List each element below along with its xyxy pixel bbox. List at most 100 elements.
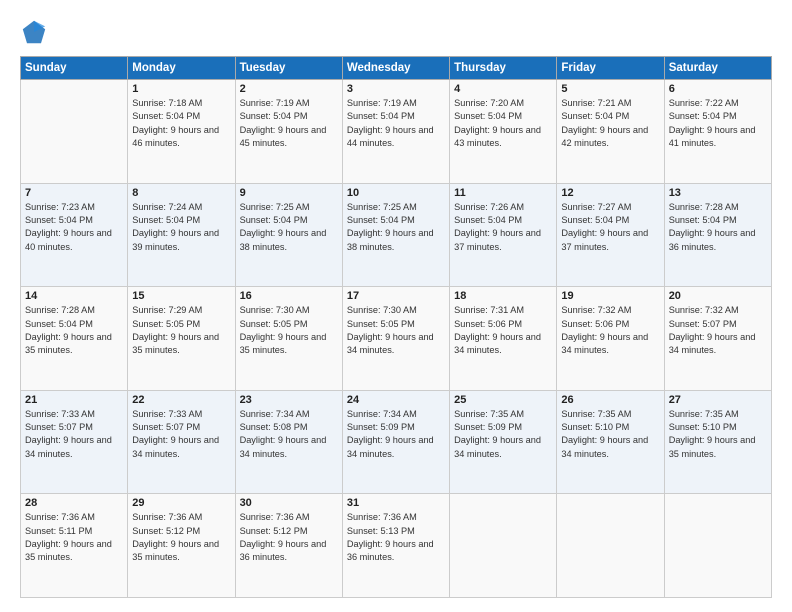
day-number: 8 (132, 187, 230, 199)
calendar-cell: 5 Sunrise: 7:21 AMSunset: 5:04 PMDaylight… (557, 80, 664, 184)
calendar-week-1: 7Sunrise: 7:23 AMSunset: 5:04 PMDaylight… (21, 183, 772, 287)
calendar-cell: 24 Sunrise: 7:34 AMSunset: 5:09 PMDayligh… (342, 390, 449, 494)
day-number: 5 (561, 83, 659, 95)
day-info: Sunrise: 7:22 AMSunset: 5:04 PMDaylight:… (669, 97, 767, 150)
day-info: Sunrise: 7:26 AMSunset: 5:04 PMDaylight:… (454, 201, 552, 254)
day-info: Sunrise: 7:31 AMSunset: 5:06 PMDaylight:… (454, 304, 552, 357)
day-number: 29 (132, 497, 230, 509)
day-info: Sunrise: 7:28 AMSunset: 5:04 PMDaylight:… (25, 304, 123, 357)
day-number: 4 (454, 83, 552, 95)
calendar-cell: 18 Sunrise: 7:31 AMSunset: 5:06 PMDayligh… (450, 287, 557, 391)
day-info: Sunrise: 7:35 AMSunset: 5:10 PMDaylight:… (561, 408, 659, 461)
calendar-cell: 14Sunrise: 7:28 AMSunset: 5:04 PMDayligh… (21, 287, 128, 391)
day-number: 20 (669, 290, 767, 302)
calendar-cell: 28Sunrise: 7:36 AMSunset: 5:11 PMDayligh… (21, 494, 128, 598)
day-info: Sunrise: 7:18 AMSunset: 5:04 PMDaylight:… (132, 97, 230, 150)
day-info: Sunrise: 7:28 AMSunset: 5:04 PMDaylight:… (669, 201, 767, 254)
day-info: Sunrise: 7:29 AMSunset: 5:05 PMDaylight:… (132, 304, 230, 357)
header (20, 18, 772, 46)
day-number: 17 (347, 290, 445, 302)
calendar-cell: 25Sunrise: 7:35 AMSunset: 5:09 PMDayligh… (450, 390, 557, 494)
calendar-cell: 9Sunrise: 7:25 AMSunset: 5:04 PMDaylight… (235, 183, 342, 287)
day-number: 7 (25, 187, 123, 199)
day-info: Sunrise: 7:32 AMSunset: 5:06 PMDaylight:… (561, 304, 659, 357)
day-info: Sunrise: 7:36 AMSunset: 5:12 PMDaylight:… (132, 511, 230, 564)
day-info: Sunrise: 7:36 AMSunset: 5:13 PMDaylight:… (347, 511, 445, 564)
weekday-header-friday: Friday (557, 57, 664, 80)
calendar-cell: 8Sunrise: 7:24 AMSunset: 5:04 PMDaylight… (128, 183, 235, 287)
weekday-header-tuesday: Tuesday (235, 57, 342, 80)
day-number: 16 (240, 290, 338, 302)
calendar-cell (21, 80, 128, 184)
day-number: 2 (240, 83, 338, 95)
day-number: 11 (454, 187, 552, 199)
calendar-cell: 21 Sunrise: 7:33 AMSunset: 5:07 PMDayligh… (21, 390, 128, 494)
calendar-cell (450, 494, 557, 598)
calendar-table: SundayMondayTuesdayWednesdayThursdayFrid… (20, 56, 772, 598)
day-number: 22 (132, 394, 230, 406)
calendar-cell: 11 Sunrise: 7:26 AMSunset: 5:04 PMDayligh… (450, 183, 557, 287)
day-info: Sunrise: 7:19 AMSunset: 5:04 PMDaylight:… (347, 97, 445, 150)
day-info: Sunrise: 7:33 AMSunset: 5:07 PMDaylight:… (25, 408, 123, 461)
calendar-cell: 2 Sunrise: 7:19 AMSunset: 5:04 PMDaylight… (235, 80, 342, 184)
day-number: 24 (347, 394, 445, 406)
day-info: Sunrise: 7:25 AMSunset: 5:04 PMDaylight:… (347, 201, 445, 254)
day-number: 31 (347, 497, 445, 509)
day-info: Sunrise: 7:35 AMSunset: 5:09 PMDaylight:… (454, 408, 552, 461)
calendar-cell: 26 Sunrise: 7:35 AMSunset: 5:10 PMDayligh… (557, 390, 664, 494)
day-number: 18 (454, 290, 552, 302)
weekday-header-thursday: Thursday (450, 57, 557, 80)
day-number: 15 (132, 290, 230, 302)
calendar-cell: 12 Sunrise: 7:27 AMSunset: 5:04 PMDayligh… (557, 183, 664, 287)
weekday-header-sunday: Sunday (21, 57, 128, 80)
day-number: 13 (669, 187, 767, 199)
day-info: Sunrise: 7:27 AMSunset: 5:04 PMDaylight:… (561, 201, 659, 254)
calendar-cell: 31 Sunrise: 7:36 AMSunset: 5:13 PMDayligh… (342, 494, 449, 598)
calendar-week-0: 1 Sunrise: 7:18 AMSunset: 5:04 PMDaylight… (21, 80, 772, 184)
calendar-header: SundayMondayTuesdayWednesdayThursdayFrid… (21, 57, 772, 80)
calendar-week-3: 21 Sunrise: 7:33 AMSunset: 5:07 PMDayligh… (21, 390, 772, 494)
calendar-cell: 27 Sunrise: 7:35 AMSunset: 5:10 PMDayligh… (664, 390, 771, 494)
calendar-cell: 10 Sunrise: 7:25 AMSunset: 5:04 PMDayligh… (342, 183, 449, 287)
calendar-cell: 15 Sunrise: 7:29 AMSunset: 5:05 PMDayligh… (128, 287, 235, 391)
logo (20, 18, 52, 46)
day-number: 3 (347, 83, 445, 95)
calendar-body: 1 Sunrise: 7:18 AMSunset: 5:04 PMDaylight… (21, 80, 772, 598)
calendar-cell: 6Sunrise: 7:22 AMSunset: 5:04 PMDaylight… (664, 80, 771, 184)
weekday-header-wednesday: Wednesday (342, 57, 449, 80)
logo-icon (20, 18, 48, 46)
calendar-cell: 13 Sunrise: 7:28 AMSunset: 5:04 PMDayligh… (664, 183, 771, 287)
calendar-cell: 20 Sunrise: 7:32 AMSunset: 5:07 PMDayligh… (664, 287, 771, 391)
weekday-header-monday: Monday (128, 57, 235, 80)
day-info: Sunrise: 7:33 AMSunset: 5:07 PMDaylight:… (132, 408, 230, 461)
day-number: 10 (347, 187, 445, 199)
day-number: 12 (561, 187, 659, 199)
day-info: Sunrise: 7:30 AMSunset: 5:05 PMDaylight:… (347, 304, 445, 357)
day-number: 1 (132, 83, 230, 95)
day-number: 19 (561, 290, 659, 302)
calendar-cell: 22 Sunrise: 7:33 AMSunset: 5:07 PMDayligh… (128, 390, 235, 494)
day-info: Sunrise: 7:34 AMSunset: 5:09 PMDaylight:… (347, 408, 445, 461)
calendar-cell: 7Sunrise: 7:23 AMSunset: 5:04 PMDaylight… (21, 183, 128, 287)
day-number: 9 (240, 187, 338, 199)
calendar-week-2: 14Sunrise: 7:28 AMSunset: 5:04 PMDayligh… (21, 287, 772, 391)
weekday-row: SundayMondayTuesdayWednesdayThursdayFrid… (21, 57, 772, 80)
day-info: Sunrise: 7:34 AMSunset: 5:08 PMDaylight:… (240, 408, 338, 461)
day-number: 26 (561, 394, 659, 406)
day-info: Sunrise: 7:36 AMSunset: 5:11 PMDaylight:… (25, 511, 123, 564)
day-number: 21 (25, 394, 123, 406)
day-info: Sunrise: 7:32 AMSunset: 5:07 PMDaylight:… (669, 304, 767, 357)
calendar-cell: 29 Sunrise: 7:36 AMSunset: 5:12 PMDayligh… (128, 494, 235, 598)
calendar-cell: 4Sunrise: 7:20 AMSunset: 5:04 PMDaylight… (450, 80, 557, 184)
calendar-cell: 30 Sunrise: 7:36 AMSunset: 5:12 PMDayligh… (235, 494, 342, 598)
day-number: 27 (669, 394, 767, 406)
day-info: Sunrise: 7:35 AMSunset: 5:10 PMDaylight:… (669, 408, 767, 461)
calendar-cell: 16Sunrise: 7:30 AMSunset: 5:05 PMDayligh… (235, 287, 342, 391)
day-number: 30 (240, 497, 338, 509)
calendar-cell: 3 Sunrise: 7:19 AMSunset: 5:04 PMDaylight… (342, 80, 449, 184)
day-info: Sunrise: 7:19 AMSunset: 5:04 PMDaylight:… (240, 97, 338, 150)
calendar-week-4: 28Sunrise: 7:36 AMSunset: 5:11 PMDayligh… (21, 494, 772, 598)
calendar-cell (664, 494, 771, 598)
day-info: Sunrise: 7:36 AMSunset: 5:12 PMDaylight:… (240, 511, 338, 564)
day-info: Sunrise: 7:21 AMSunset: 5:04 PMDaylight:… (561, 97, 659, 150)
